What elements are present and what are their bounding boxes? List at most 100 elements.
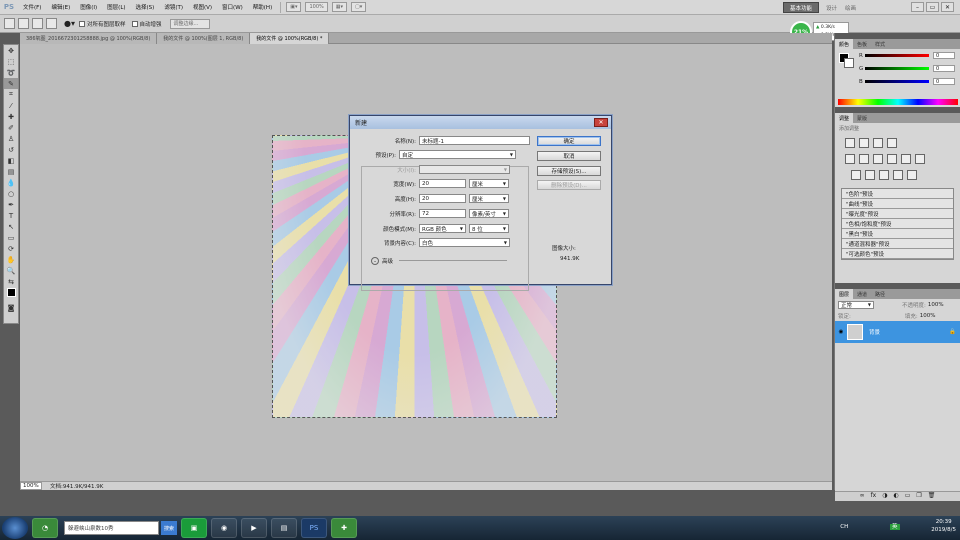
doc-tab-2[interactable]: 我的文件 @ 100%(图层 1, RGB/8) xyxy=(157,33,251,44)
tab-color[interactable]: 颜色 xyxy=(835,39,854,49)
marquee-tool-icon[interactable]: ⬚ xyxy=(4,56,18,67)
close-icon[interactable]: ✕ xyxy=(941,2,954,12)
tab-styles[interactable]: 样式 xyxy=(871,39,889,49)
workspace-painting-link[interactable]: 绘画 xyxy=(845,4,856,12)
ie-search-input[interactable]: 躲避峡山泉数10秀 xyxy=(64,521,159,535)
list-item[interactable]: "黑白"预设 xyxy=(842,229,953,239)
height-unit-select[interactable]: 厘米 ▼ xyxy=(469,194,509,203)
list-item[interactable]: "可选颜色"预设 xyxy=(842,249,953,259)
dialog-close-icon[interactable]: ✕ xyxy=(594,118,608,127)
doc-tab-1[interactable]: 386氧图_2016672301258888.jpg @ 100%(RGB/8) xyxy=(20,33,158,44)
new-selection-icon[interactable] xyxy=(18,18,29,29)
tool-preset-picker[interactable] xyxy=(4,18,15,29)
folder-icon[interactable]: ▤ xyxy=(271,518,297,538)
visibility-eye-icon[interactable]: ◉ xyxy=(835,329,847,335)
menu-window[interactable]: 窗口(W) xyxy=(217,3,248,11)
media-player-icon[interactable]: ▶ xyxy=(241,518,267,538)
list-item[interactable]: "色相/饱和度"预设 xyxy=(842,219,953,229)
doc-tab-3[interactable]: 我的文件 @ 100%(RGB/8) * xyxy=(250,33,330,44)
background-swatch[interactable] xyxy=(844,58,854,68)
background-contents-select[interactable]: 白色 ▼ xyxy=(419,238,510,247)
posterize-icon[interactable] xyxy=(865,170,875,180)
swap-colors-icon[interactable]: ⇆ xyxy=(4,276,18,287)
resolution-input[interactable]: 72 xyxy=(419,209,466,218)
browser-360-icon[interactable]: ◉ xyxy=(211,518,237,538)
list-item[interactable]: "曝光度"预设 xyxy=(842,209,953,219)
history-brush-icon[interactable]: ↺ xyxy=(4,144,18,155)
clock-time[interactable]: 20:39 xyxy=(931,518,956,526)
status-zoom-field[interactable]: 100% xyxy=(20,482,42,490)
brightness-icon[interactable] xyxy=(845,138,855,148)
path-selection-icon[interactable]: ↖ xyxy=(4,221,18,232)
blur-tool-icon[interactable]: 💧 xyxy=(4,177,18,188)
dialog-titlebar[interactable]: 新建 ✕ xyxy=(350,116,611,129)
app-icon-1[interactable]: ◔ xyxy=(32,518,58,538)
hue-saturation-icon[interactable] xyxy=(859,154,869,164)
subtract-selection-icon[interactable] xyxy=(46,18,57,29)
new-layer-icon[interactable]: ❐ xyxy=(916,492,921,501)
fill-value[interactable]: 100% xyxy=(920,313,936,319)
curves-icon[interactable] xyxy=(873,138,883,148)
lasso-tool-icon[interactable]: ➰ xyxy=(4,67,18,78)
move-tool-icon[interactable]: ✥ xyxy=(4,45,18,56)
invert-icon[interactable] xyxy=(851,170,861,180)
ie-search-button[interactable]: 搜索 xyxy=(161,521,177,535)
security-360-icon[interactable]: ✚ xyxy=(331,518,357,538)
clone-stamp-icon[interactable]: ♙ xyxy=(4,133,18,144)
resolution-unit-select[interactable]: 像素/英寸 ▼ xyxy=(469,209,509,218)
crop-tool-icon[interactable]: ⌗ xyxy=(4,89,18,100)
brush-tool-icon[interactable]: ✐ xyxy=(4,122,18,133)
tab-adjustments[interactable]: 调整 xyxy=(835,113,854,123)
workspace-essentials-button[interactable]: 基本功能 xyxy=(783,2,819,13)
tab-channels[interactable]: 通道 xyxy=(853,289,871,299)
advanced-toggle-icon[interactable]: ⌄ xyxy=(371,256,379,265)
refine-edge-button[interactable]: 调整边缘... xyxy=(169,18,210,29)
list-item[interactable]: "色阶"预设 xyxy=(842,189,953,199)
pen-tool-icon[interactable]: ✒ xyxy=(4,199,18,210)
zoom-level-select[interactable]: 100% xyxy=(305,2,328,12)
width-unit-select[interactable]: 厘米 ▼ xyxy=(469,179,509,188)
color-spectrum[interactable] xyxy=(838,99,958,105)
menu-view[interactable]: 视图(V) xyxy=(188,3,217,11)
healing-brush-icon[interactable]: ✚ xyxy=(4,111,18,122)
advanced-label[interactable]: 高级 xyxy=(382,257,393,265)
tab-swatches[interactable]: 色板 xyxy=(853,39,871,49)
selective-color-icon[interactable] xyxy=(907,170,917,180)
add-selection-icon[interactable] xyxy=(32,18,43,29)
clock-date[interactable]: 2019/8/5 xyxy=(931,526,956,534)
photo-filter-icon[interactable] xyxy=(901,154,911,164)
delete-layer-icon[interactable]: 🗑 xyxy=(928,492,936,501)
preset-select[interactable]: 自定 ▼ xyxy=(399,150,516,159)
start-button[interactable] xyxy=(2,517,28,539)
layer-row-background[interactable]: ◉ 背景 🔒 xyxy=(835,321,960,343)
color-balance-icon[interactable] xyxy=(873,154,883,164)
brush-size-icon[interactable]: ●▾ xyxy=(64,19,75,28)
foreground-color-swatch[interactable] xyxy=(4,287,18,298)
menu-filter[interactable]: 滤镜(T) xyxy=(159,3,188,11)
height-input[interactable]: 20 xyxy=(419,194,466,203)
shape-tool-icon[interactable]: ▭ xyxy=(4,232,18,243)
sample-all-layers-checkbox[interactable] xyxy=(79,20,85,27)
dodge-tool-icon[interactable]: ○ xyxy=(4,188,18,199)
photoshop-taskbar-icon[interactable]: PS xyxy=(301,518,327,538)
type-tool-icon[interactable]: T xyxy=(4,210,18,221)
tab-paths[interactable]: 路径 xyxy=(871,289,889,299)
minimize-icon[interactable]: – xyxy=(911,2,924,12)
tab-masks[interactable]: 蒙版 xyxy=(853,113,871,123)
slider-b[interactable]: B 0 xyxy=(835,75,960,88)
quick-mask-icon[interactable]: ◙ xyxy=(4,302,18,313)
screen-mode-button[interactable]: ▢▾ xyxy=(350,2,367,12)
bridge-button[interactable]: ▣▾ xyxy=(286,2,302,12)
vibrance-icon[interactable] xyxy=(845,154,855,164)
arrange-button[interactable]: ▦▾ xyxy=(331,2,347,12)
bit-depth-select[interactable]: 8 位 ▼ xyxy=(469,224,509,233)
link-layers-icon[interactable]: ∞ xyxy=(860,492,865,501)
gradient-map-icon[interactable] xyxy=(893,170,903,180)
add-mask-icon[interactable]: ◑ xyxy=(882,492,887,501)
save-preset-button[interactable]: 存储预设(S)... xyxy=(537,166,601,176)
list-item[interactable]: "通道混和器"预设 xyxy=(842,239,953,249)
name-input[interactable]: 未标题-1 xyxy=(419,136,530,145)
blend-mode-select[interactable]: 正常 ▼ xyxy=(838,300,874,309)
tab-layers[interactable]: 图层 xyxy=(835,289,854,299)
exposure-icon[interactable] xyxy=(887,138,897,148)
